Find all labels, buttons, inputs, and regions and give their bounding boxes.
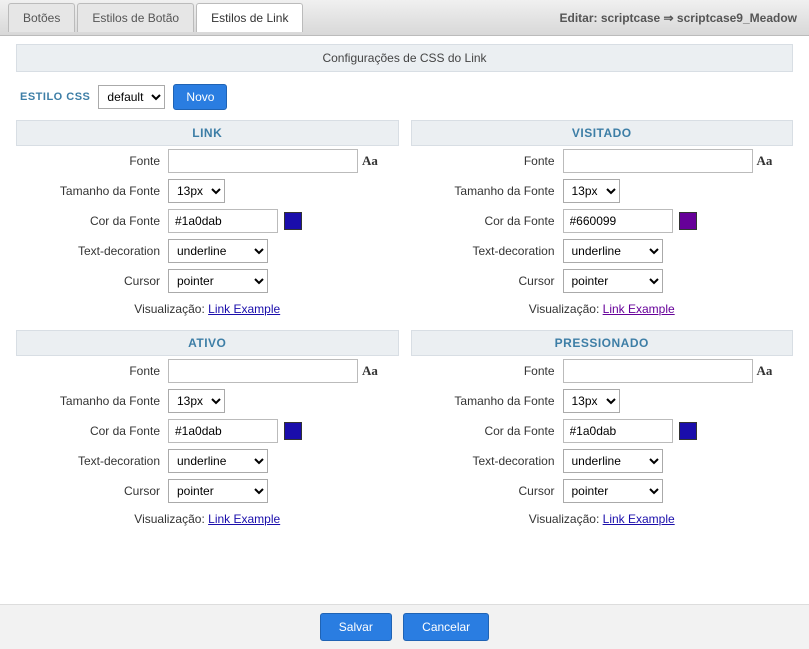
tab-button-styles[interactable]: Estilos de Botão	[77, 3, 194, 32]
label-font-color: Cor da Fonte	[18, 424, 168, 438]
preview-label: Visualização:	[529, 302, 600, 316]
pressed-font-color-input[interactable]	[563, 419, 673, 443]
label-font: Fonte	[18, 154, 168, 168]
tab-bar: Botões Estilos de Botão Estilos de Link	[8, 3, 303, 32]
visited-cursor-select[interactable]: pointer	[563, 269, 663, 293]
font-picker-icon[interactable]: Aa	[362, 153, 378, 169]
link-preview-row: Visualização: Link Example	[16, 296, 399, 324]
section-visited-title: VISITADO	[411, 120, 794, 146]
section-active-title: ATIVO	[16, 330, 399, 356]
link-cursor-select[interactable]: pointer	[168, 269, 268, 293]
panel-title: Configurações de CSS do Link	[16, 44, 793, 72]
new-style-button[interactable]: Novo	[173, 84, 227, 110]
main-content: Configurações de CSS do Link ESTILO CSS …	[0, 36, 809, 534]
label-font-size: Tamanho da Fonte	[413, 184, 563, 198]
section-pressed: PRESSIONADO Fonte Aa Tamanho da Fonte 13…	[411, 330, 794, 534]
tab-link-styles[interactable]: Estilos de Link	[196, 3, 303, 32]
section-visited: VISITADO Fonte Aa Tamanho da Fonte 13px …	[411, 120, 794, 324]
pressed-cursor-select[interactable]: pointer	[563, 479, 663, 503]
link-font-color-input[interactable]	[168, 209, 278, 233]
visited-font-color-input[interactable]	[563, 209, 673, 233]
sections-grid: LINK Fonte Aa Tamanho da Fonte 13px Cor …	[16, 120, 793, 534]
style-selector-row: ESTILO CSS default Novo	[16, 78, 793, 120]
preview-label: Visualização:	[134, 512, 205, 526]
cancel-button[interactable]: Cancelar	[403, 613, 489, 641]
label-font-color: Cor da Fonte	[413, 214, 563, 228]
label-font: Fonte	[413, 154, 563, 168]
active-color-swatch[interactable]	[284, 422, 302, 440]
active-preview-example[interactable]: Link Example	[208, 512, 280, 526]
edit-path-label: Editar: scriptcase ⇒ scriptcase9_Meadow	[560, 11, 802, 25]
visited-font-size-select[interactable]: 13px	[563, 179, 620, 203]
label-font-size: Tamanho da Fonte	[413, 394, 563, 408]
active-font-color-input[interactable]	[168, 419, 278, 443]
active-cursor-select[interactable]: pointer	[168, 479, 268, 503]
pressed-preview-example[interactable]: Link Example	[603, 512, 675, 526]
active-preview-row: Visualização: Link Example	[16, 506, 399, 534]
preview-label: Visualização:	[529, 512, 600, 526]
label-font-color: Cor da Fonte	[18, 214, 168, 228]
section-pressed-title: PRESSIONADO	[411, 330, 794, 356]
label-cursor: Cursor	[18, 274, 168, 288]
label-font-size: Tamanho da Fonte	[18, 394, 168, 408]
active-font-input[interactable]	[168, 359, 358, 383]
pressed-color-swatch[interactable]	[679, 422, 697, 440]
footer-bar: Salvar Cancelar	[0, 604, 809, 649]
preview-label: Visualização:	[134, 302, 205, 316]
label-font-size: Tamanho da Fonte	[18, 184, 168, 198]
font-picker-icon[interactable]: Aa	[362, 363, 378, 379]
link-color-swatch[interactable]	[284, 212, 302, 230]
label-font: Fonte	[18, 364, 168, 378]
link-font-size-select[interactable]: 13px	[168, 179, 225, 203]
visited-color-swatch[interactable]	[679, 212, 697, 230]
save-button[interactable]: Salvar	[320, 613, 392, 641]
visited-font-input[interactable]	[563, 149, 753, 173]
visited-preview-row: Visualização: Link Example	[411, 296, 794, 324]
pressed-text-decoration-select[interactable]: underline	[563, 449, 663, 473]
label-font-color: Cor da Fonte	[413, 424, 563, 438]
visited-preview-example[interactable]: Link Example	[603, 302, 675, 316]
label-text-decoration: Text-decoration	[18, 454, 168, 468]
tab-buttons[interactable]: Botões	[8, 3, 75, 32]
style-css-label: ESTILO CSS	[20, 91, 90, 103]
style-css-select[interactable]: default	[98, 85, 165, 109]
font-picker-icon[interactable]: Aa	[757, 363, 773, 379]
label-cursor: Cursor	[413, 274, 563, 288]
section-active: ATIVO Fonte Aa Tamanho da Fonte 13px Cor…	[16, 330, 399, 534]
label-text-decoration: Text-decoration	[18, 244, 168, 258]
label-font: Fonte	[413, 364, 563, 378]
font-picker-icon[interactable]: Aa	[757, 153, 773, 169]
section-link-title: LINK	[16, 120, 399, 146]
active-text-decoration-select[interactable]: underline	[168, 449, 268, 473]
link-text-decoration-select[interactable]: underline	[168, 239, 268, 263]
pressed-preview-row: Visualização: Link Example	[411, 506, 794, 534]
top-toolbar: Botões Estilos de Botão Estilos de Link …	[0, 0, 809, 36]
label-cursor: Cursor	[413, 484, 563, 498]
link-preview-example[interactable]: Link Example	[208, 302, 280, 316]
pressed-font-input[interactable]	[563, 359, 753, 383]
pressed-font-size-select[interactable]: 13px	[563, 389, 620, 413]
section-link: LINK Fonte Aa Tamanho da Fonte 13px Cor …	[16, 120, 399, 324]
label-cursor: Cursor	[18, 484, 168, 498]
active-font-size-select[interactable]: 13px	[168, 389, 225, 413]
visited-text-decoration-select[interactable]: underline	[563, 239, 663, 263]
link-font-input[interactable]	[168, 149, 358, 173]
label-text-decoration: Text-decoration	[413, 454, 563, 468]
label-text-decoration: Text-decoration	[413, 244, 563, 258]
